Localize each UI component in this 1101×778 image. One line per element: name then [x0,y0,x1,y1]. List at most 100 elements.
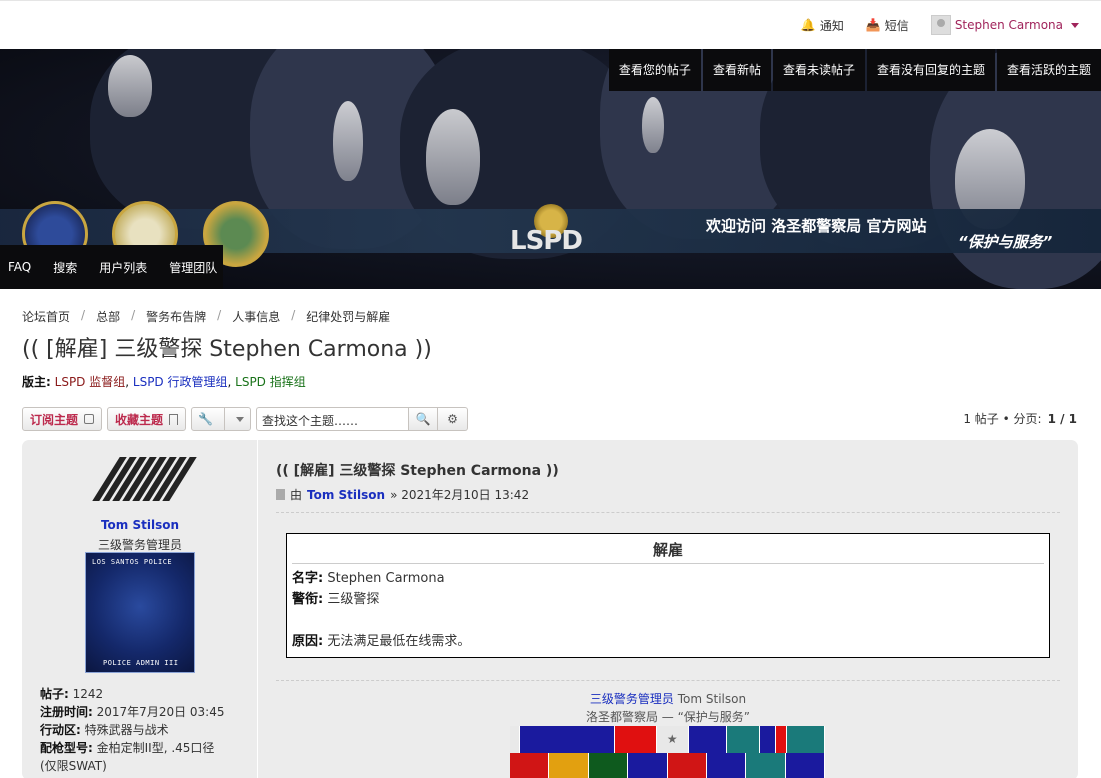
stat-label: 行动区: [40,723,81,737]
topic-search: 查找这个主题…… 🔍 ⚙ [256,407,469,431]
breadcrumb-separator: / [131,308,136,322]
stat-extra: (仅限SWAT) [40,759,107,773]
nav-memberlist[interactable]: 用户列表 [99,259,147,276]
top-user-links: 🔔 通知 📥 短信 Stephen Carmona [801,15,1079,35]
stat-value: 2017年7月20日 03:45 [96,705,225,719]
avatar[interactable]: LOS SANTOS POLICE POLICE ADMIN III [85,552,195,673]
stat-value: 金柏定制II型, .45口径 [96,741,215,755]
nav-unread-posts[interactable]: 查看未读帖子 [772,49,865,91]
top-user-bar: 🔔 通知 📥 短信 Stephen Carmona [0,0,1101,49]
nav-faq[interactable]: FAQ [8,260,31,274]
checkbox-icon [84,414,95,424]
pagination-value: 1 / 1 [1047,412,1077,426]
chevron-down-icon [236,416,245,422]
breadcrumb-item[interactable]: 人事信息 [232,308,280,325]
police-badge-image [426,109,480,205]
breadcrumb-item[interactable]: 警务布告牌 [146,308,206,325]
nav-active-topics[interactable]: 查看活跃的主题 [996,49,1101,91]
nav-your-posts[interactable]: 查看您的帖子 [608,49,701,91]
meta-author-link[interactable]: Tom Stilson [307,488,385,502]
breadcrumb-item[interactable]: 总部 [96,308,120,325]
subscribe-button[interactable]: 订阅主题 [22,407,103,431]
notice-name-row: 名字: Stephen Carmona [292,568,1044,589]
nav-search[interactable]: 搜索 [53,259,77,276]
field-label: 警衔: [292,592,324,607]
field-label: 名字: [292,571,324,586]
stat-row: 注册时间: 2017年7月20日 03:45 [40,703,224,721]
stat-row: 行动区: 特殊武器与战术 [40,721,224,739]
notifications-label: 通知 [819,18,844,33]
avatar-text-bottom: POLICE ADMIN III [103,659,179,667]
breadcrumb-item[interactable]: 论坛首页 [22,308,70,325]
notice-details: 名字: Stephen Carmona 警衔: 三级警探 原因: 无法满足最低在… [292,568,1044,652]
ribbon-row: ★ [510,726,825,753]
bookmark-label: 收藏主题 [115,412,164,427]
breadcrumb-separator: / [81,308,86,322]
lspd-logo-text: LSPD [510,226,583,256]
stat-label: 注册时间: [40,705,93,719]
slogan-text: “保护与服务” [958,233,1053,251]
search-input[interactable]: 查找这个主题…… [256,407,409,431]
post-author-name[interactable]: Tom Stilson [22,518,258,532]
rank-image [92,457,197,503]
stat-value: 特殊武器与战术 [84,723,169,737]
moderator-group[interactable]: LSPD 行政管理组 [133,375,228,389]
search-button[interactable]: 🔍 [408,407,439,431]
dismissal-notice: 解雇 名字: Stephen Carmona 警衔: 三级警探 原因: 无法满足… [286,533,1050,658]
topic-actions: 订阅主题 收藏主题 🔧 查找这个主题…… 🔍 ⚙ [22,407,469,431]
post-author-rank: 三级警务管理员 [97,538,182,552]
breadcrumb-separator: / [217,308,222,322]
notice-rank-row: 警衔: 三级警探 [292,589,1044,610]
moderator-group[interactable]: LSPD 指挥组 [235,375,306,389]
messages-link[interactable]: 📥 短信 [866,17,909,34]
subscribe-label: 订阅主题 [30,412,79,427]
meta-by: 由 [290,488,303,502]
notice-reason-row: 原因: 无法满足最低在线需求。 [292,631,1044,652]
moderators-label: 版主: [22,375,51,389]
stat-value[interactable]: 1242 [73,687,104,701]
quick-links-nav: 查看您的帖子 查看新帖 查看未读帖子 查看没有回复的主题 查看活跃的主题 [607,49,1101,91]
ribbon-row [510,753,825,778]
bookmark-button[interactable]: 收藏主题 [107,407,187,431]
breadcrumb: 论坛首页 / 总部 / 警务布告牌 / 人事信息 / 纪律处罚与解雇 [22,308,390,325]
police-badge-image [642,97,664,153]
breadcrumb-item[interactable]: 纪律处罚与解雇 [306,308,390,325]
nav-new-posts[interactable]: 查看新帖 [702,49,771,91]
profile-stats: 帖子: 1242 注册时间: 2017年7月20日 03:45 行动区: 特殊武… [40,685,224,775]
header-banner: 查看您的帖子 查看新帖 查看未读帖子 查看没有回复的主题 查看活跃的主题 LSP… [0,49,1101,289]
lspd-logo: LSPD [510,204,592,256]
stat-row: 配枪型号: 金柏定制II型, .45口径 [40,739,224,757]
signature-line: 三级警务管理员 Tom Stilson [276,690,1060,707]
user-menu[interactable]: Stephen Carmona [930,15,1079,35]
moderators-line: 版主: LSPD 监督组, LSPD 行政管理组, LSPD 指挥组 [22,375,306,389]
search-icon: 🔍 [415,412,431,426]
post-profile: Tom Stilson 三级警务管理员 LOS SANTOS POLICE PO… [22,440,258,778]
nav-unanswered-topics[interactable]: 查看没有回复的主题 [866,49,995,91]
welcome-text: 欢迎访问 洛圣都警察局 官方网站 [706,217,927,235]
field-value: 无法满足最低在线需求。 [327,634,471,649]
wrench-icon: 🔧 [198,412,213,426]
signature-subline: 洛圣都警察局 — “保护与服务” [585,710,751,724]
field-value: 三级警探 [327,592,380,607]
gear-icon: ⚙ [447,412,458,426]
divider [224,408,225,430]
post-title[interactable]: (( [解雇] 三级警探 Stephen Carmona )) [276,460,559,480]
ribbon-bar-image: ★ [510,726,825,778]
avatar-text-top: LOS SANTOS POLICE [92,558,173,566]
page-title[interactable]: (( [解雇] 三级警探 Stephen Carmona )) [22,331,432,363]
field-value: Stephen Carmona [327,571,445,586]
field-label: 原因: [292,634,324,649]
bell-icon: 🔔 [800,18,816,32]
file-icon[interactable] [276,489,285,500]
signature-rank[interactable]: 三级警务管理员 [590,692,674,706]
advanced-search-button[interactable]: ⚙ [438,407,469,431]
pagination-count: 1 帖子 • 分页: [963,412,1042,426]
notice-heading: 解雇 [292,534,1044,564]
topic-tools-dropdown[interactable]: 🔧 [191,407,252,431]
moderator-group[interactable]: LSPD 监督组 [55,375,126,389]
police-badge-image [108,55,152,117]
notifications-link[interactable]: 🔔 通知 [801,17,844,34]
nav-team[interactable]: 管理团队 [169,259,217,276]
chevron-down-icon [1071,22,1079,28]
